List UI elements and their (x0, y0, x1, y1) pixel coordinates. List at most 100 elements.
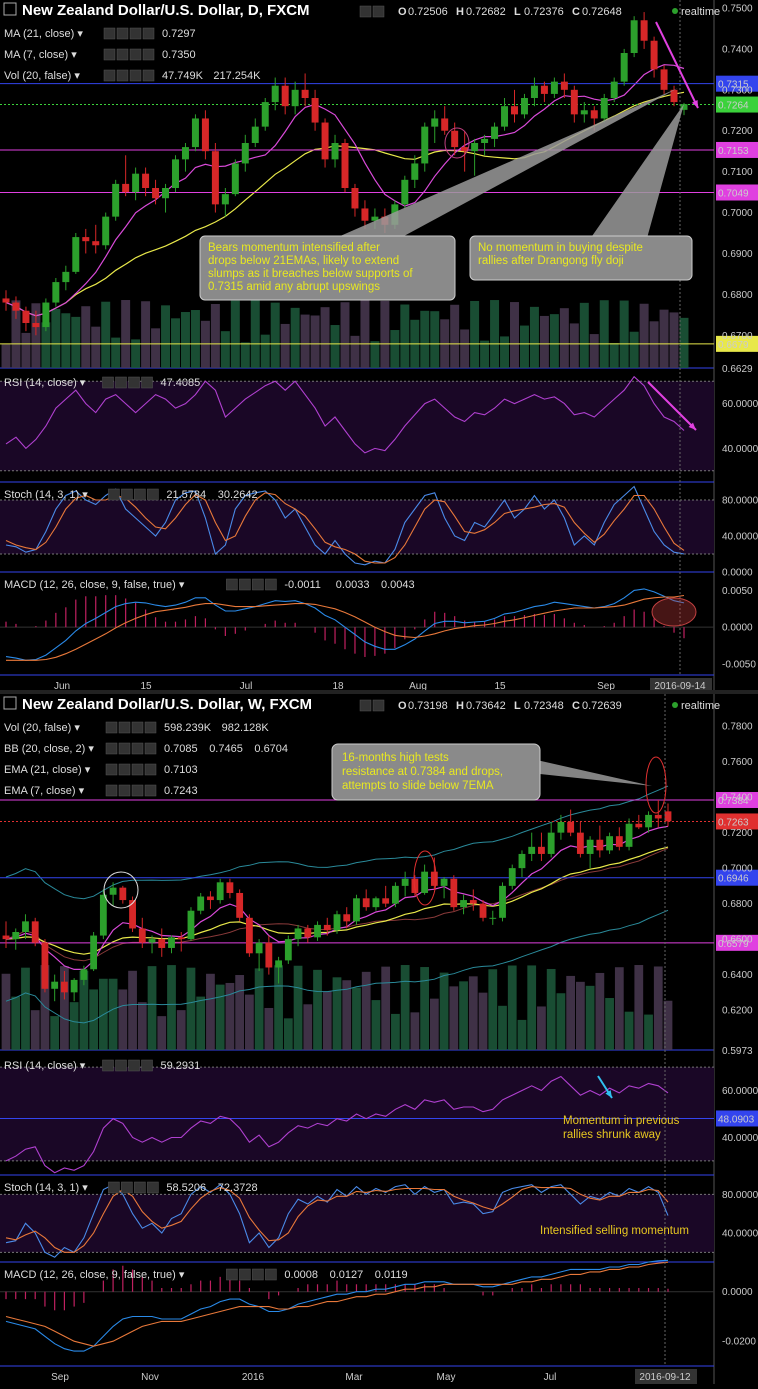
daily-indicator-2-control-icon-0[interactable] (103, 69, 116, 82)
weekly-indicator-0-control-icon-2[interactable] (131, 721, 144, 734)
daily-title-control-icon-0[interactable] (359, 5, 372, 18)
weekly-highlight-top (645, 756, 667, 814)
daily-callout-no-momentum-text: rallies after Drangong fly doji (478, 255, 624, 267)
weekly-stoch-control-icon-1[interactable] (121, 1181, 133, 1194)
weekly-stoch-label: Stoch (14, 3, 1) ▾ (4, 1182, 88, 1194)
weekly-indicator-2-control-icon-0[interactable] (105, 763, 118, 776)
daily-indicator-0-control-icon-1[interactable] (116, 27, 129, 40)
weekly-volume-bar (614, 967, 624, 1050)
daily-ohlc-c: 0.72648 (582, 6, 622, 18)
daily-rsi-control-icon-3[interactable] (141, 376, 153, 389)
weekly-title-control-icon-1[interactable] (372, 699, 385, 712)
daily-y-tick: 0.7300 (722, 85, 753, 96)
daily-macd-line (5, 588, 685, 661)
daily-volume-bar (101, 301, 111, 368)
daily-indicator-0-control-icon-3[interactable] (142, 27, 155, 40)
daily-macd-control-icon-0[interactable] (226, 578, 238, 591)
daily-candle (102, 216, 110, 246)
daily-candle (231, 163, 239, 195)
weekly-stoch-control-icon-2[interactable] (134, 1181, 146, 1194)
weekly-indicator-2-control-icon-1[interactable] (118, 763, 131, 776)
weekly-macd-control-icon-2[interactable] (252, 1268, 264, 1281)
weekly-volume-bar (313, 969, 322, 1050)
daily-volume-bar (171, 318, 180, 368)
weekly-candle (168, 937, 175, 948)
daily-macd-control-icon-1[interactable] (239, 578, 251, 591)
daily-candle (162, 188, 170, 199)
daily-collapse-icon[interactable] (3, 2, 17, 16)
weekly-macd-control-icon-0[interactable] (226, 1268, 238, 1281)
weekly-indicator-1-control-icon-3[interactable] (144, 742, 157, 755)
weekly-indicator-value: 982.128K (222, 722, 270, 734)
daily-stoch-control-icon-2[interactable] (134, 488, 146, 501)
weekly-candle (245, 917, 253, 954)
weekly-rsi-control-icon-2[interactable] (128, 1059, 140, 1072)
weekly-volume-bar (517, 1019, 527, 1050)
weekly-collapse-icon[interactable] (3, 696, 17, 710)
weekly-indicator-1-control-icon-0[interactable] (105, 742, 118, 755)
weekly-volume-bar (147, 966, 157, 1050)
daily-indicator-1-control-icon-1[interactable] (116, 48, 129, 61)
weekly-y-tick: 0.6800 (722, 899, 753, 910)
weekly-volume-bar (595, 972, 605, 1050)
weekly-candle (460, 900, 467, 908)
weekly-indicator-3-control-icon-3[interactable] (144, 784, 157, 797)
weekly-stoch-control-icon-0[interactable] (108, 1181, 120, 1194)
weekly-macd-control-icon-1[interactable] (239, 1268, 251, 1281)
daily-rsi-control-icon-1[interactable] (115, 376, 127, 389)
daily-indicator-1-control-icon-0[interactable] (103, 48, 116, 61)
daily-stoch-control-icon-3[interactable] (147, 488, 159, 501)
daily-indicator-1-control-icon-3[interactable] (142, 48, 155, 61)
weekly-candle (362, 898, 370, 908)
weekly-volume-bar (69, 1002, 79, 1050)
weekly-callout-text: resistance at 0.7384 and drops, (342, 766, 503, 778)
weekly-indicator-0-control-icon-3[interactable] (144, 721, 157, 734)
daily-candle (321, 122, 329, 160)
daily-candle (610, 81, 618, 98)
daily-indicator-0-control-icon-0[interactable] (103, 27, 116, 40)
weekly-stoch-control-icon-3[interactable] (147, 1181, 159, 1194)
daily-candle (421, 126, 429, 164)
weekly-rsi-control-icon-0[interactable] (102, 1059, 114, 1072)
weekly-candle (207, 896, 214, 901)
daily-indicator-1-control-icon-2[interactable] (129, 48, 142, 61)
daily-macd-y-tick: -0.0050 (722, 659, 756, 670)
weekly-indicator-2-control-icon-2[interactable] (131, 763, 144, 776)
weekly-volume-bar (634, 965, 644, 1050)
weekly-indicator-0-control-icon-1[interactable] (118, 721, 131, 734)
weekly-indicator-0-control-icon-0[interactable] (105, 721, 118, 734)
weekly-indicator-1-control-icon-2[interactable] (131, 742, 144, 755)
weekly-candle (576, 832, 584, 854)
weekly-stoch-band (0, 1194, 714, 1253)
daily-indicator-0-control-icon-2[interactable] (129, 27, 142, 40)
weekly-title-control-icon-0[interactable] (359, 699, 372, 712)
weekly-indicator-3-control-icon-2[interactable] (131, 784, 144, 797)
weekly-rsi-control-icon-3[interactable] (141, 1059, 153, 1072)
daily-callout-bears-text: slumps as it breaches below supports of (208, 268, 413, 280)
daily-indicator-2-control-icon-2[interactable] (129, 69, 142, 82)
weekly-candle (61, 981, 68, 993)
daily-stoch-control-icon-0[interactable] (108, 488, 120, 501)
daily-volume-bar (669, 312, 679, 368)
weekly-hline-label: 0.6946 (718, 874, 749, 885)
weekly-indicator-2-control-icon-3[interactable] (144, 763, 157, 776)
weekly-macd-control-icon-3[interactable] (265, 1268, 277, 1281)
daily-title-control-icon-1[interactable] (372, 5, 385, 18)
daily-macd-control-icon-2[interactable] (252, 578, 264, 591)
daily-macd-control-icon-3[interactable] (265, 578, 277, 591)
weekly-candle (158, 939, 166, 948)
weekly-indicator-1-control-icon-1[interactable] (118, 742, 131, 755)
daily-indicator-2-control-icon-3[interactable] (142, 69, 155, 82)
daily-candle (401, 179, 409, 205)
weekly-candle (430, 871, 438, 886)
daily-stoch-control-icon-1[interactable] (121, 488, 133, 501)
weekly-candle (2, 935, 10, 940)
daily-indicator-2-control-icon-1[interactable] (116, 69, 129, 82)
daily-rsi-control-icon-0[interactable] (102, 376, 114, 389)
weekly-indicator-3-control-icon-1[interactable] (118, 784, 131, 797)
daily-rsi-control-icon-2[interactable] (128, 376, 140, 389)
weekly-rsi-control-icon-1[interactable] (115, 1059, 127, 1072)
daily-volume-bar (420, 310, 430, 368)
weekly-indicator-3-control-icon-0[interactable] (105, 784, 118, 797)
daily-volume-bar (639, 303, 649, 368)
